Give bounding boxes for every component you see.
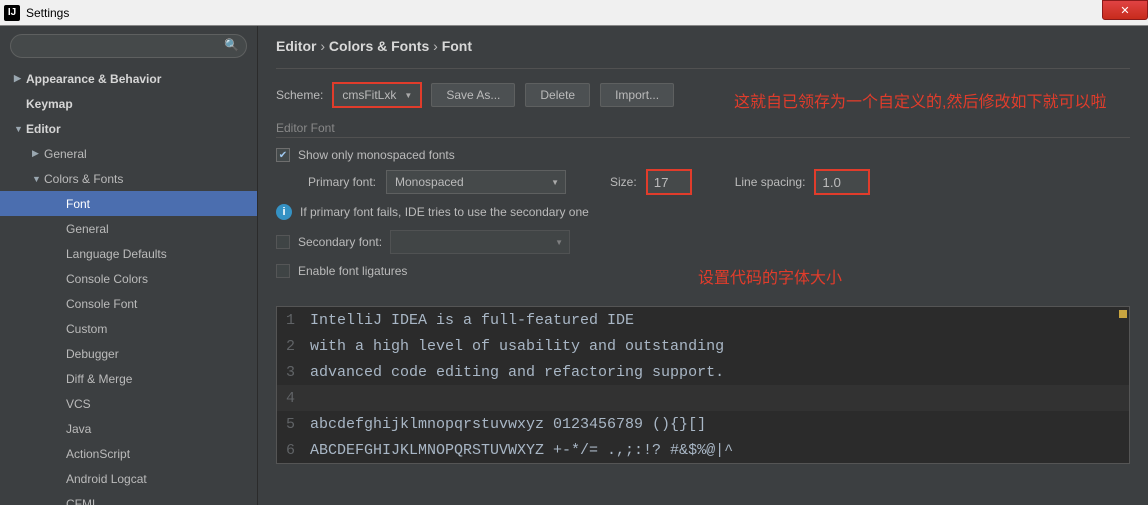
preview-text: abcdefghijklmnopqrstuvwxyz 0123456789 ()…: [301, 416, 706, 433]
sidebar-item-label: CFML: [66, 497, 99, 505]
sidebar-item-label: Font: [66, 197, 90, 211]
line-number: 5: [277, 416, 301, 433]
preview-line: 3 advanced code editing and refactoring …: [277, 359, 1129, 385]
annotation-mid: 设置代码的字体大小: [698, 264, 842, 288]
sidebar-item-java[interactable]: Java: [0, 416, 257, 441]
chevron-right-icon: ▶: [32, 148, 44, 159]
show-monospaced-label: Show only monospaced fonts: [298, 148, 455, 162]
ligatures-checkbox[interactable]: [276, 264, 290, 278]
app-icon: IJ: [4, 5, 20, 21]
line-spacing-input[interactable]: [815, 170, 869, 194]
sidebar-item-editor[interactable]: ▼Editor: [0, 116, 257, 141]
info-icon: i: [276, 204, 292, 220]
size-input[interactable]: [647, 170, 691, 194]
secondary-font-combo[interactable]: ▼: [390, 230, 570, 254]
sidebar-item-colors-fonts[interactable]: ▼Colors & Fonts: [0, 166, 257, 191]
sidebar-item-font[interactable]: Font: [0, 191, 257, 216]
preview-line: 6 ABCDEFGHIJKLMNOPQRSTUVWXYZ +-*/= .,;:!…: [277, 437, 1129, 463]
scheme-value: cmsFitLxk: [342, 88, 396, 102]
sidebar-item-label: Android Logcat: [66, 472, 147, 486]
sidebar-item-label: Debugger: [66, 347, 119, 361]
editor-font-section: Editor Font: [276, 121, 1130, 138]
primary-font-label: Primary font:: [308, 175, 376, 189]
primary-font-combo[interactable]: Monospaced ▼: [386, 170, 566, 194]
secondary-font-label: Secondary font:: [298, 235, 382, 249]
sidebar-item-label: Custom: [66, 322, 107, 336]
annotation-top: 这就自已领存为一个自定义的,然后修改如下就可以啦: [734, 88, 1106, 112]
line-number: 6: [277, 442, 301, 459]
chevron-down-icon: ▼: [32, 174, 44, 184]
sidebar-item-vcs[interactable]: VCS: [0, 391, 257, 416]
preview-line: 5 abcdefghijklmnopqrstuvwxyz 0123456789 …: [277, 411, 1129, 437]
chevron-down-icon: ▼: [14, 124, 26, 134]
line-number: 2: [277, 338, 301, 355]
sidebar-item-label: Java: [66, 422, 91, 436]
sidebar: 🔍 ▶Appearance & BehaviorKeymap▼Editor▶Ge…: [0, 26, 258, 505]
sidebar-item-label: ActionScript: [66, 447, 130, 461]
close-icon: ✕: [1120, 4, 1129, 17]
sidebar-item-label: General: [44, 147, 87, 161]
preview-line: 4: [277, 385, 1129, 411]
save-as-button[interactable]: Save As...: [431, 83, 515, 107]
preview-line: 2 with a high level of usability and out…: [277, 333, 1129, 359]
size-label: Size:: [610, 175, 637, 189]
font-preview: 1 IntelliJ IDEA is a full-featured IDE2 …: [276, 306, 1130, 464]
scheme-label: Scheme:: [276, 88, 323, 102]
close-button[interactable]: ✕: [1102, 0, 1148, 20]
sidebar-item-general[interactable]: General: [0, 216, 257, 241]
breadcrumb: Editor › Colors & Fonts › Font: [276, 34, 1130, 69]
sidebar-item-label: General: [66, 222, 109, 236]
sidebar-item-console-colors[interactable]: Console Colors: [0, 266, 257, 291]
line-number: 4: [277, 390, 301, 407]
scheme-combo[interactable]: cmsFitLxk ▼: [333, 83, 421, 107]
sidebar-item-general[interactable]: ▶General: [0, 141, 257, 166]
show-monospaced-checkbox[interactable]: [276, 148, 290, 162]
window-title: Settings: [26, 6, 69, 20]
preview-text: IntelliJ IDEA is a full-featured IDE: [301, 312, 634, 329]
sidebar-item-console-font[interactable]: Console Font: [0, 291, 257, 316]
warning-marker-icon: [1119, 310, 1127, 318]
sidebar-item-label: Editor: [26, 122, 61, 136]
chevron-down-icon: ▼: [404, 91, 412, 100]
preview-text: advanced code editing and refactoring su…: [301, 364, 724, 381]
sidebar-item-custom[interactable]: Custom: [0, 316, 257, 341]
sidebar-item-diff-merge[interactable]: Diff & Merge: [0, 366, 257, 391]
info-text: If primary font fails, IDE tries to use …: [300, 205, 589, 219]
sidebar-item-label: Console Font: [66, 297, 137, 311]
sidebar-item-actionscript[interactable]: ActionScript: [0, 441, 257, 466]
line-spacing-label: Line spacing:: [735, 175, 806, 189]
sidebar-item-label: Language Defaults: [66, 247, 167, 261]
preview-line: 1 IntelliJ IDEA is a full-featured IDE: [277, 307, 1129, 333]
line-number: 3: [277, 364, 301, 381]
sidebar-item-label: Appearance & Behavior: [26, 72, 161, 86]
sidebar-item-keymap[interactable]: Keymap: [0, 91, 257, 116]
sidebar-item-label: Keymap: [26, 97, 73, 111]
preview-text: ABCDEFGHIJKLMNOPQRSTUVWXYZ +-*/= .,;:!? …: [301, 442, 733, 459]
secondary-font-checkbox[interactable]: [276, 235, 290, 249]
ligatures-label: Enable font ligatures: [298, 264, 407, 278]
main-panel: Editor › Colors & Fonts › Font Scheme: c…: [258, 26, 1148, 505]
sidebar-item-language-defaults[interactable]: Language Defaults: [0, 241, 257, 266]
primary-font-value: Monospaced: [395, 175, 464, 189]
sidebar-item-cfml[interactable]: CFML: [0, 491, 257, 505]
chevron-down-icon: ▼: [551, 178, 559, 187]
settings-tree: ▶Appearance & BehaviorKeymap▼Editor▶Gene…: [0, 66, 257, 505]
import-button[interactable]: Import...: [600, 83, 674, 107]
sidebar-item-android-logcat[interactable]: Android Logcat: [0, 466, 257, 491]
sidebar-item-appearance-behavior[interactable]: ▶Appearance & Behavior: [0, 66, 257, 91]
search-icon: 🔍: [224, 38, 239, 52]
sidebar-item-debugger[interactable]: Debugger: [0, 341, 257, 366]
chevron-right-icon: ▶: [14, 73, 26, 84]
sidebar-item-label: Console Colors: [66, 272, 148, 286]
preview-text: with a high level of usability and outst…: [301, 338, 724, 355]
titlebar: IJ Settings ✕: [0, 0, 1148, 26]
sidebar-item-label: Diff & Merge: [66, 372, 132, 386]
sidebar-item-label: VCS: [66, 397, 91, 411]
sidebar-item-label: Colors & Fonts: [44, 172, 123, 186]
delete-button[interactable]: Delete: [525, 83, 590, 107]
line-number: 1: [277, 312, 301, 329]
chevron-down-icon: ▼: [555, 238, 563, 247]
preview-text: [301, 390, 310, 407]
search-input[interactable]: [10, 34, 247, 58]
